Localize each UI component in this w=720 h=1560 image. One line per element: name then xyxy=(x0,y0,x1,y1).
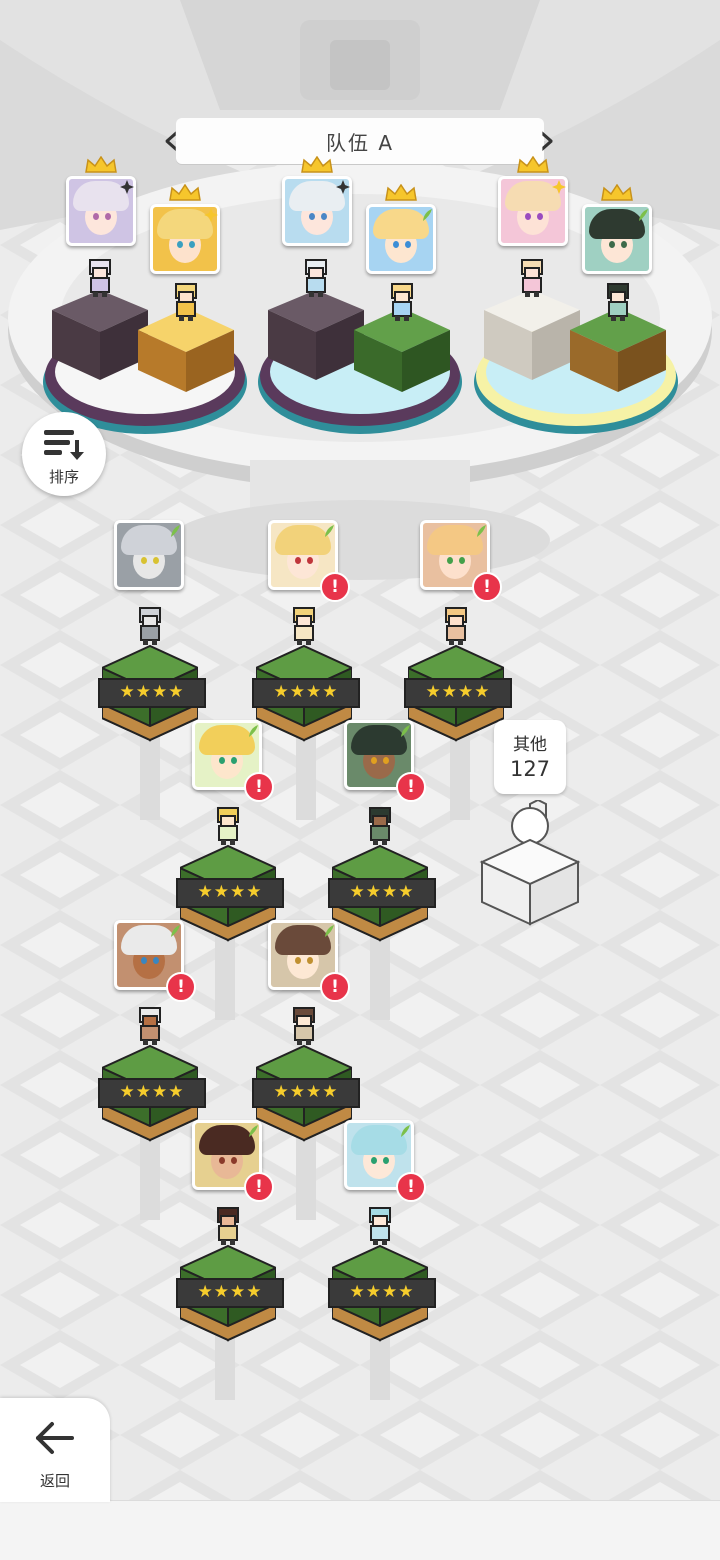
portrait-eye xyxy=(295,557,301,564)
portrait-eye xyxy=(153,957,159,964)
sort-button[interactable]: 排序 xyxy=(22,412,106,496)
leader-crown-icon xyxy=(85,156,117,173)
character-sprite[interactable] xyxy=(208,1206,248,1246)
wind-element-icon xyxy=(171,525,180,537)
other-units-label: 其他 xyxy=(513,735,547,755)
alert-icon: ! xyxy=(472,572,502,602)
wind-element-icon xyxy=(171,925,180,937)
alert-icon: ! xyxy=(166,972,196,1002)
team-slot-6-sprite[interactable] xyxy=(598,282,638,322)
leader-crown-icon xyxy=(301,156,333,173)
star-rating: ★★★★ xyxy=(98,1078,206,1108)
team-slot-2-sprite[interactable] xyxy=(166,282,206,322)
character-sprite[interactable] xyxy=(284,1006,324,1046)
alert-icon: ! xyxy=(396,772,426,802)
portrait-eye xyxy=(307,557,313,564)
portrait-eye xyxy=(177,241,183,248)
star-rating: ★★★★ xyxy=(176,1278,284,1308)
wind-element-icon xyxy=(249,1125,258,1137)
back-label: 返回 xyxy=(39,1472,70,1490)
star-rating: ★★★★ xyxy=(252,1078,360,1108)
portrait-eye xyxy=(309,213,315,220)
wind-element-icon xyxy=(401,1125,410,1137)
wind-element-icon xyxy=(325,925,334,937)
portrait-eye xyxy=(93,213,99,220)
star-rating: ★★★★ xyxy=(98,678,206,708)
character-sprite[interactable] xyxy=(284,606,324,646)
leader-crown-icon xyxy=(517,156,549,173)
other-units-count: 127 xyxy=(509,757,551,781)
sort-icon xyxy=(44,430,84,460)
portrait-eye xyxy=(189,241,195,248)
portrait-eye xyxy=(141,557,147,564)
team-slot-3-pedestal xyxy=(268,290,364,380)
bottom-bar xyxy=(0,1500,720,1560)
wind-element-icon xyxy=(401,725,410,737)
character-sprite[interactable] xyxy=(208,806,248,846)
portrait-eye xyxy=(231,1157,237,1164)
portrait-eye xyxy=(621,241,627,248)
character-sprite[interactable] xyxy=(360,806,400,846)
portrait-eye xyxy=(371,1157,377,1164)
portrait-eye xyxy=(307,957,313,964)
character-sprite[interactable] xyxy=(360,1206,400,1246)
empty-slot-placeholder[interactable] xyxy=(476,800,586,930)
team-slot-5-sprite[interactable] xyxy=(512,258,552,298)
star-rating: ★★★★ xyxy=(328,878,436,908)
portrait-eye xyxy=(105,213,111,220)
team-slot-4-sprite[interactable] xyxy=(382,282,422,322)
star-rating: ★★★★ xyxy=(252,678,360,708)
other-units-bubble[interactable]: 其他 127 xyxy=(494,720,566,794)
portrait-eye xyxy=(383,1157,389,1164)
portrait-eye xyxy=(537,213,543,220)
portrait-eye xyxy=(141,957,147,964)
portrait-eye xyxy=(447,557,453,564)
wind-element-icon xyxy=(249,725,258,737)
sort-label: 排序 xyxy=(48,468,79,486)
alert-icon: ! xyxy=(244,772,274,802)
portrait-eye xyxy=(219,757,225,764)
team-slot-5-pedestal xyxy=(484,290,580,380)
portrait-eye xyxy=(153,557,159,564)
portrait-eye xyxy=(371,757,377,764)
star-rating: ★★★★ xyxy=(404,678,512,708)
portrait-eye xyxy=(321,213,327,220)
wind-element-icon xyxy=(477,525,486,537)
portrait-eye xyxy=(231,757,237,764)
alert-icon: ! xyxy=(320,972,350,1002)
team-slot-1-pedestal xyxy=(52,290,148,380)
back-arrow-icon xyxy=(36,1422,74,1454)
light-element-icon xyxy=(552,180,566,194)
portrait-eye xyxy=(525,213,531,220)
back-button[interactable]: 返回 xyxy=(0,1398,110,1502)
portrait-eye xyxy=(459,557,465,564)
game-stage: 队伍 A ‹ › 排序 ★★★★ ★★★★ ! ★★★★ ! ★★★★ ! ★★… xyxy=(0,0,720,1560)
star-rating: ★★★★ xyxy=(328,1278,436,1308)
leader-crown-icon xyxy=(385,184,417,201)
dark-element-icon xyxy=(336,180,350,194)
leader-crown-icon xyxy=(601,184,633,201)
portrait-eye xyxy=(393,241,399,248)
wind-element-icon xyxy=(639,209,648,221)
portrait-eye xyxy=(383,757,389,764)
alert-icon: ! xyxy=(320,572,350,602)
leader-crown-icon xyxy=(169,184,201,201)
alert-icon: ! xyxy=(396,1172,426,1202)
star-rating: ★★★★ xyxy=(176,878,284,908)
light-element-icon xyxy=(204,208,218,222)
team-slot-1-sprite[interactable] xyxy=(80,258,120,298)
dark-element-icon xyxy=(120,180,134,194)
portrait-eye xyxy=(295,957,301,964)
character-sprite[interactable] xyxy=(130,1006,170,1046)
portrait-eye xyxy=(219,1157,225,1164)
character-sprite[interactable] xyxy=(436,606,476,646)
portrait-eye xyxy=(609,241,615,248)
wind-element-icon xyxy=(325,525,334,537)
alert-icon: ! xyxy=(244,1172,274,1202)
portrait-eye xyxy=(405,241,411,248)
wind-element-icon xyxy=(423,209,432,221)
character-sprite[interactable] xyxy=(130,606,170,646)
team-slot-3-sprite[interactable] xyxy=(296,258,336,298)
